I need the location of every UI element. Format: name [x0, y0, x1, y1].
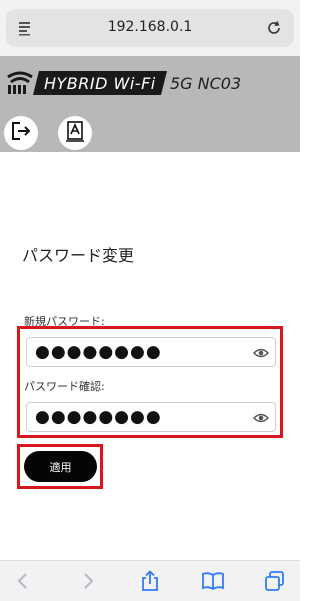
address-bar[interactable]: 192.168.0.1	[6, 9, 294, 47]
share-icon[interactable]	[137, 568, 163, 594]
logout-icon	[9, 119, 33, 147]
brand-text: HYBRID Wi-Fi	[44, 74, 156, 93]
apply-button[interactable]: 適用	[24, 451, 97, 482]
reload-icon[interactable]	[264, 18, 284, 38]
bookmarks-icon[interactable]	[200, 568, 226, 594]
highlight-password-fields	[17, 326, 283, 438]
wifi-logo-icon	[6, 71, 34, 95]
model-text: 5G NC03	[170, 74, 242, 93]
logout-button[interactable]	[4, 116, 38, 150]
tabs-icon[interactable]	[262, 568, 288, 594]
accessibility-button[interactable]	[58, 116, 92, 150]
browser-toolbar	[0, 560, 300, 601]
account-icon	[63, 119, 87, 147]
router-header: HYBRID Wi-Fi 5G NC03	[0, 56, 300, 152]
brand-logo: HYBRID Wi-Fi 5G NC03	[6, 69, 266, 97]
url-text[interactable]: 192.168.0.1	[6, 19, 294, 35]
back-arrow-icon[interactable]	[10, 568, 36, 594]
forward-arrow-icon[interactable]	[75, 568, 101, 594]
page-title: パスワード変更	[22, 246, 135, 265]
browser-address-area: 192.168.0.1	[0, 0, 300, 56]
